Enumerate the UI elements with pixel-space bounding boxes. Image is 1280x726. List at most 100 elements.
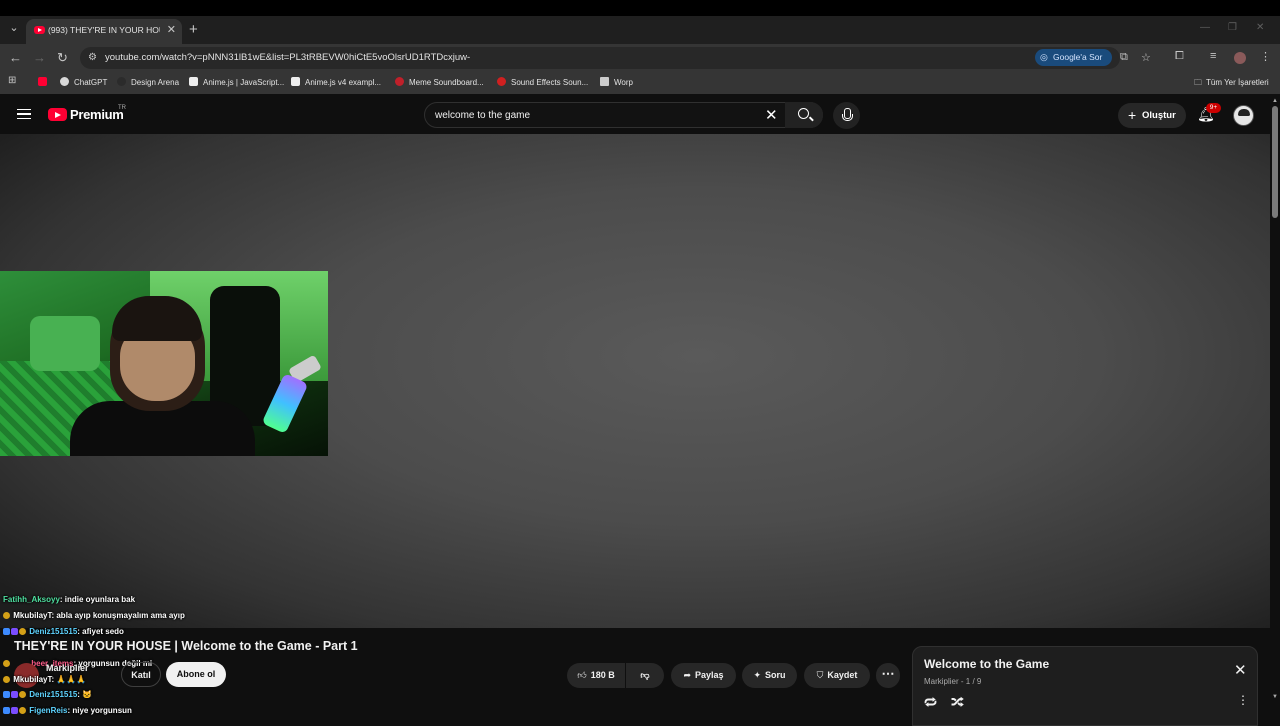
- design-arena-icon: [117, 77, 126, 86]
- youtube-logo-icon[interactable]: [48, 108, 67, 121]
- voice-search-icon[interactable]: [833, 102, 860, 129]
- worp-icon: [600, 77, 609, 86]
- animejs-icon: [189, 77, 198, 86]
- notification-badge: 9+: [1206, 103, 1221, 113]
- scroll-up-icon[interactable]: ▲: [1272, 98, 1278, 104]
- apps-grid-icon[interactable]: ⊞: [8, 75, 16, 86]
- chat-text: : afiyet sedo: [77, 627, 124, 636]
- new-tab-button[interactable]: +: [189, 21, 198, 38]
- browser-menu-icon[interactable]: ⋮: [1260, 50, 1271, 63]
- chat-badge-icon: [19, 691, 26, 698]
- subscribe-button[interactable]: Abone ol: [166, 662, 226, 687]
- more-actions-button[interactable]: ⋯: [876, 663, 900, 688]
- playlist-panel: Welcome to the Game Markiplier - 1 / 9 ✕…: [912, 646, 1258, 726]
- playlist-close-icon[interactable]: ✕: [1234, 661, 1247, 679]
- loop-icon[interactable]: 🔁︎: [924, 693, 937, 712]
- forward-arrow-icon[interactable]: →: [33, 50, 46, 65]
- join-button[interactable]: Katıl: [121, 662, 161, 687]
- chat-message: Fatihh_Aksoyy: indie oyunlara bak: [3, 595, 135, 604]
- scroll-down-icon[interactable]: ▼: [1272, 694, 1278, 700]
- bookmark-item[interactable]: [38, 77, 52, 87]
- menu-hamburger-icon[interactable]: [17, 109, 31, 119]
- bookmark-item[interactable]: Worp: [600, 77, 633, 87]
- chat-username: MkubilayT: [13, 611, 52, 620]
- bookmark-item[interactable]: Sound Effects Soun...: [497, 77, 588, 87]
- playlist-title[interactable]: Welcome to the Game: [924, 657, 1049, 671]
- minimize-button[interactable]: —: [1200, 22, 1210, 33]
- region-code: TR: [118, 105, 126, 111]
- back-arrow-icon[interactable]: ←: [9, 50, 22, 65]
- ask-button[interactable]: ✦ Soru: [742, 663, 797, 688]
- tab-search-icon[interactable]: ⌄: [6, 20, 22, 36]
- page-scrollbar[interactable]: ▲ ▼: [1270, 96, 1280, 706]
- url-text[interactable]: youtube.com/watch?v=pNNN31lB1wE&list=PL3…: [105, 52, 470, 63]
- youtube-favicon-icon: [34, 26, 45, 34]
- search-button[interactable]: [785, 102, 823, 128]
- share-button[interactable]: ➦ Paylaş: [671, 663, 736, 688]
- tab-close-icon[interactable]: ✕: [167, 23, 176, 36]
- sound-effects-icon: [497, 77, 506, 86]
- dislike-button[interactable]: 👎︎: [626, 663, 664, 688]
- chat-badge-icon: [3, 660, 10, 667]
- chat-message: MkubilayT: abla ayıp konuşmayalım ama ay…: [3, 611, 185, 620]
- browser-toolbar: ← → ↻ ⚙ youtube.com/watch?v=pNNN31lB1wE&…: [0, 44, 1280, 72]
- meme-soundboard-icon: [395, 77, 404, 86]
- playlist-subtitle: Markiplier - 1 / 9: [924, 677, 982, 686]
- chat-username: Deniz151515: [29, 627, 78, 636]
- chat-username: Deniz151515: [29, 690, 78, 699]
- clear-search-icon[interactable]: ✕: [765, 106, 778, 124]
- bookmark-item[interactable]: Design Arena: [117, 77, 179, 87]
- browser-tab[interactable]: (993) THEY'RE IN YOUR HOUSE... ✕: [26, 19, 182, 44]
- bookmark-item[interactable]: ChatGPT: [60, 77, 107, 87]
- maximize-button[interactable]: ❐: [1228, 22, 1237, 33]
- reload-icon[interactable]: ↻: [57, 50, 68, 66]
- chat-message: Deniz151515: afiyet sedo: [3, 627, 124, 636]
- chat-message: Deniz151515: 🐱: [3, 690, 92, 699]
- save-button[interactable]: ⛉ Kaydet: [804, 663, 870, 688]
- window-close-button[interactable]: ✕: [1256, 22, 1264, 33]
- chat-username: FigenReis: [29, 706, 68, 715]
- chat-badge-icon: [11, 628, 18, 635]
- youtube-logo-text[interactable]: Premium: [70, 107, 124, 122]
- like-button[interactable]: 👍︎ 180 B: [567, 663, 625, 688]
- profile-icon[interactable]: [1234, 52, 1246, 64]
- chat-badge-icon: [19, 707, 26, 714]
- facecam-overlay: [0, 271, 328, 456]
- bookmark-item[interactable]: Meme Soundboard...: [395, 77, 484, 87]
- install-app-icon[interactable]: ⧉: [1120, 51, 1128, 64]
- extensions-icon[interactable]: ⧠: [1175, 50, 1184, 63]
- chat-username: Fatihh_Aksoyy: [3, 595, 60, 604]
- chatgpt-icon: [60, 77, 69, 86]
- chat-text: : 🐱: [77, 690, 93, 699]
- browser-tab-bar: ⌄ (993) THEY'RE IN YOUR HOUSE... ✕ + — ❐…: [0, 16, 1280, 44]
- animejs-icon: [291, 77, 300, 86]
- shuffle-icon[interactable]: 🔀︎: [951, 693, 964, 712]
- chat-badge-icon: [3, 676, 10, 683]
- address-bar[interactable]: ⚙ youtube.com/watch?v=pNNN31lB1wE&list=P…: [80, 47, 1151, 69]
- account-avatar[interactable]: [1233, 105, 1254, 126]
- search-input[interactable]: welcome to the game: [435, 110, 530, 121]
- scrollbar-thumb[interactable]: [1272, 106, 1278, 218]
- media-control-icon[interactable]: ≡: [1210, 50, 1216, 62]
- bookmark-star-icon[interactable]: ☆: [1141, 51, 1151, 64]
- bookmark-item[interactable]: Anime.js v4 exampl...: [291, 77, 381, 87]
- bookmark-item[interactable]: Anime.js | JavaScript...: [189, 77, 284, 87]
- lens-icon: ◎: [1040, 52, 1048, 62]
- thumbs-down-icon: 👎︎: [640, 670, 650, 680]
- site-info-icon[interactable]: ⚙: [88, 52, 97, 63]
- video-title: THEY'RE IN YOUR HOUSE | Welcome to the G…: [14, 639, 358, 653]
- playlist-more-icon[interactable]: ⋮: [1237, 693, 1249, 707]
- bookmark-icon: ⛉: [816, 670, 824, 680]
- create-label: Oluştur: [1142, 110, 1176, 121]
- google-sor-button[interactable]: ◎ Google'a Sor: [1035, 49, 1112, 66]
- chat-message: MkubilayT: 🙏🙏🙏: [3, 675, 86, 684]
- youtube-bookmark-icon: [38, 77, 47, 86]
- chat-text: : indie oyunlara bak: [59, 595, 136, 604]
- bookmarks-bar: ⊞ ChatGPT Design Arena Anime.js | JavaSc…: [0, 72, 1280, 94]
- create-button[interactable]: + Oluştur: [1118, 103, 1186, 128]
- search-box[interactable]: welcome to the game ✕: [424, 102, 823, 128]
- all-bookmarks-folder[interactable]: 🗀 Tüm Yer İşaretleri: [1194, 77, 1269, 91]
- chat-badge-icon: [11, 691, 18, 698]
- chat-badge-icon: [3, 612, 10, 619]
- channel-name[interactable]: Markiplier: [46, 663, 89, 673]
